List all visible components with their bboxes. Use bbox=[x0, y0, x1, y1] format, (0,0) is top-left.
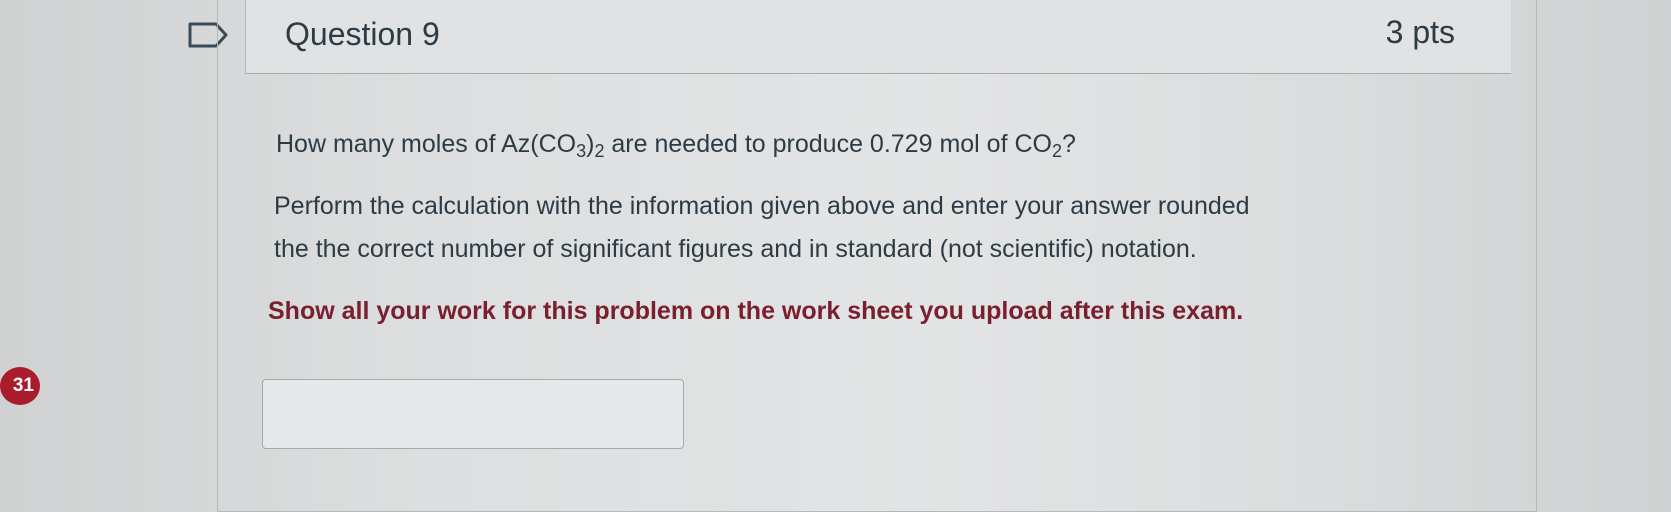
answer-input[interactable] bbox=[262, 379, 684, 449]
question-card: Question 9 3 pts How many moles of Az(CO… bbox=[217, 0, 1537, 512]
question-body: How many moles of Az(CO3)2 are needed to… bbox=[218, 74, 1536, 510]
instructions-line-2: the the correct number of significant fi… bbox=[274, 235, 1197, 263]
show-work-notice: Show all your work for this problem on t… bbox=[268, 297, 1244, 325]
question-points: 3 pts bbox=[1385, 14, 1455, 50]
question-title: Question 9 bbox=[285, 16, 440, 52]
instructions-line-1: Perform the calculation with the informa… bbox=[274, 192, 1250, 220]
question-badge[interactable]: 31 bbox=[0, 367, 40, 405]
question-header: Question 9 3 pts bbox=[245, 0, 1511, 74]
question-prompt: How many moles of Az(CO3)2 are needed to… bbox=[276, 130, 1076, 161]
